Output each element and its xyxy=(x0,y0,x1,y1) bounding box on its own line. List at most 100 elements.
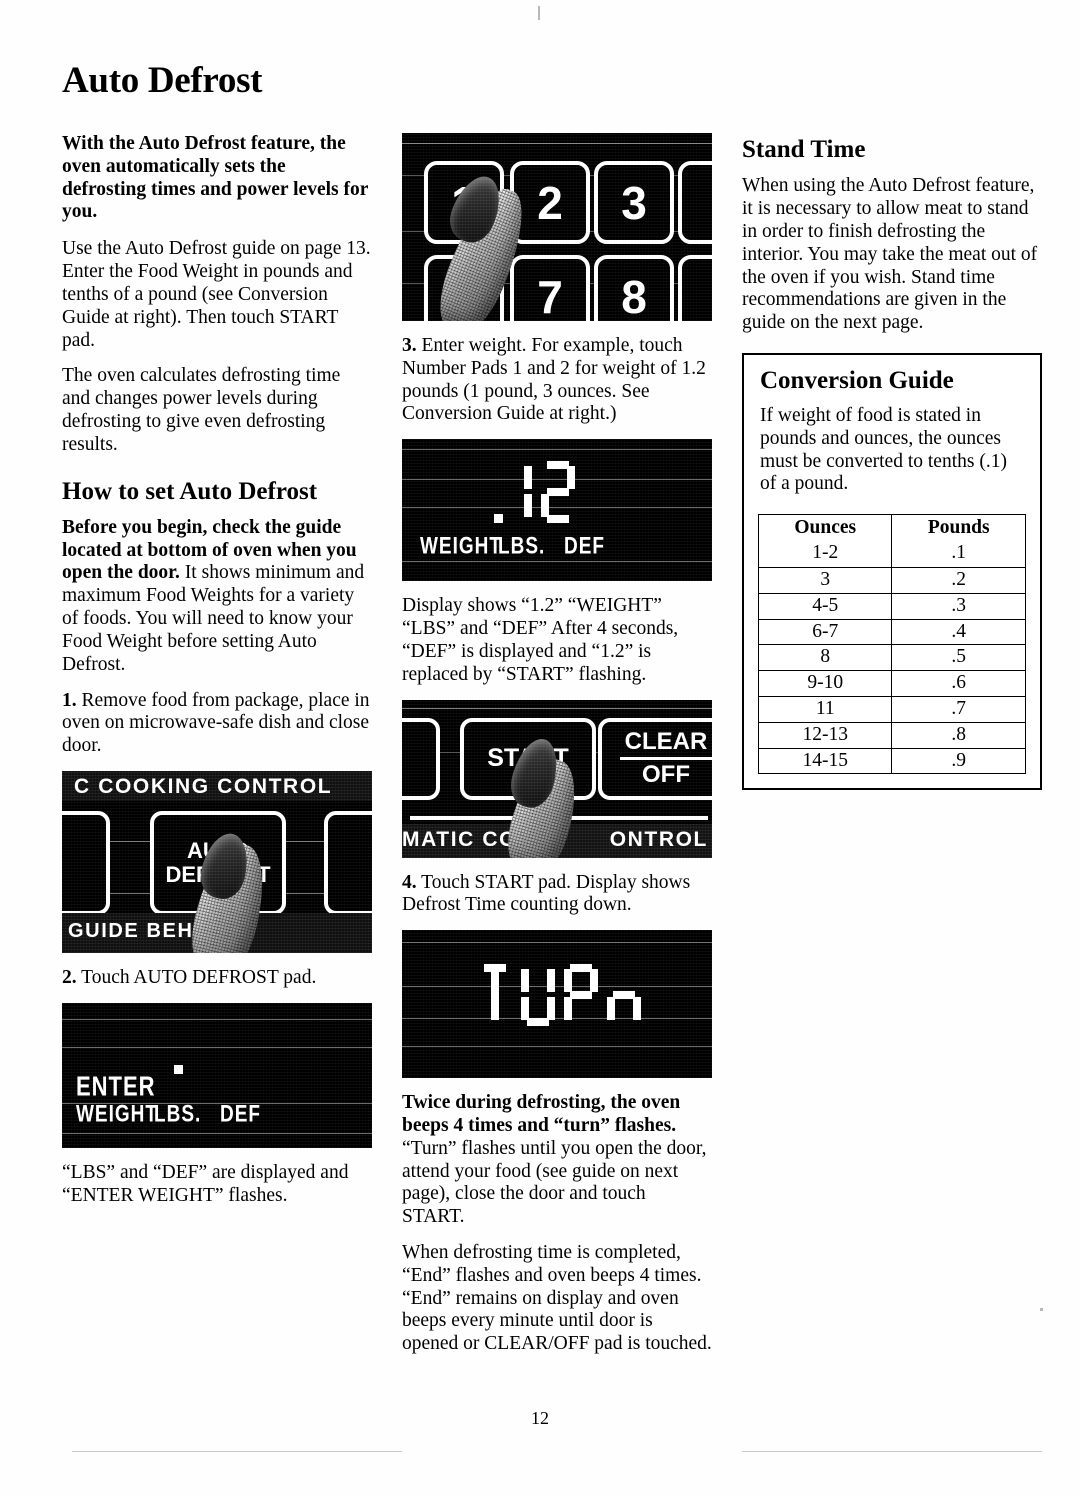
segment-letter-t xyxy=(478,964,512,1026)
segment xyxy=(521,997,529,1021)
pad-clear-off[interactable]: CLEAR OFF xyxy=(598,717,712,800)
segment xyxy=(524,466,532,490)
paragraph-display-shows: Display shows “1.2” “WEIGHT” “LBS” and “… xyxy=(402,595,679,685)
page-number: 12 xyxy=(531,1408,549,1428)
segment xyxy=(590,969,598,993)
segment xyxy=(633,997,641,1021)
table-row: 14-15 .9 xyxy=(757,747,1026,775)
table-row: 4-5 .3 xyxy=(757,592,1026,620)
display-indicator-lbs: LBS. xyxy=(498,533,546,560)
step-1: 1. Remove food from package, place in ov… xyxy=(62,690,372,758)
segment xyxy=(541,494,549,518)
number-pad-partial-right[interactable] xyxy=(678,161,712,244)
pad-partial-left[interactable] xyxy=(402,717,440,800)
heading-conversion-guide: Conversion Guide xyxy=(760,366,954,394)
scan-edge-line xyxy=(742,1451,1042,1452)
cell-ounces: 8 xyxy=(757,644,893,672)
display-decimal-dot xyxy=(174,1064,183,1074)
cell-ounces: 1-2 xyxy=(757,541,893,568)
table-row: 12-13 .8 xyxy=(757,721,1026,749)
number-pad-8[interactable]: 8 xyxy=(594,255,674,321)
segment xyxy=(547,515,569,524)
step-4-text: Touch START pad. Display shows Defrost T… xyxy=(402,871,691,916)
display-indicator-def: DEF xyxy=(220,1101,261,1128)
cell-ounces: 9-10 xyxy=(757,670,893,697)
number-pad-3[interactable]: 3 xyxy=(594,161,674,244)
number-pad-2-label: 2 xyxy=(537,176,563,229)
intro-lead-paragraph: With the Auto Defrost feature, the oven … xyxy=(62,133,369,223)
twice-during-bold: Twice during defrosting, the oven beeps … xyxy=(402,1092,681,1136)
pad-partial-left[interactable] xyxy=(62,810,110,915)
display-scanline xyxy=(62,1046,372,1048)
number-pad-7-label: 7 xyxy=(537,270,563,322)
step-1-number: 1. xyxy=(62,689,77,711)
step-2: 2. Touch AUTO DEFROST pad. xyxy=(62,967,372,990)
three-column-layout: With the Auto Defrost feature, the oven … xyxy=(62,133,1047,1369)
display-scanline xyxy=(62,1132,372,1134)
display-indicator-lbs: LBS. xyxy=(154,1101,202,1128)
step-3: 3. Enter weight. For example, touch Numb… xyxy=(402,335,712,426)
segment xyxy=(527,1018,549,1027)
photo-display-turn: TURn xyxy=(402,930,712,1079)
cell-pounds: .7 xyxy=(891,695,1026,723)
cell-pounds: .5 xyxy=(891,644,1026,672)
pad-partial-right[interactable] xyxy=(324,810,372,915)
segment xyxy=(564,969,572,993)
display-scanline xyxy=(402,561,712,563)
paragraph-when-defrosting-completed: When defrosting time is completed, “End”… xyxy=(402,1242,712,1355)
segment xyxy=(547,461,569,470)
middle-column: 1 2 3 6 7 8 xyxy=(402,133,712,1369)
paragraph-conversion-intro: If weight of food is stated in pounds an… xyxy=(760,404,1007,495)
segment xyxy=(524,494,532,518)
cell-pounds: .8 xyxy=(891,721,1026,749)
segment-letter-r xyxy=(564,964,598,1026)
table-row: 9-10 .6 xyxy=(757,670,1026,697)
step-3-text: Enter weight. For example, touch Number … xyxy=(402,335,706,425)
scan-edge-line xyxy=(72,1451,402,1452)
step-4-number: 4. xyxy=(402,871,417,893)
heading-how-to-set: How to set Auto Defrost xyxy=(62,477,318,505)
number-pad-partial-right-2[interactable] xyxy=(678,255,712,321)
display-scanline xyxy=(62,1018,372,1020)
seven-segment-weight xyxy=(494,461,575,524)
paragraph-twice-during-defrosting: Twice during defrosting, the oven beeps … xyxy=(402,1092,712,1229)
cell-pounds: .3 xyxy=(891,592,1026,620)
pad-off-label: OFF xyxy=(642,761,690,788)
photo-display-weight-value: 1.2 WEIGHT LBS. DEF xyxy=(402,439,712,582)
table-row: 11 .7 xyxy=(757,695,1026,723)
segment-digit-2 xyxy=(541,461,575,524)
table-row: 3 .2 xyxy=(757,566,1026,594)
number-pad-7[interactable]: 7 xyxy=(510,255,590,321)
step-2-number: 2. xyxy=(62,966,77,988)
display-scanline xyxy=(402,1046,712,1048)
display-scanline xyxy=(402,942,712,944)
cell-ounces: 3 xyxy=(757,566,893,594)
number-pad-3-label: 3 xyxy=(621,176,647,229)
column-header-ounces: Ounces xyxy=(757,514,893,542)
number-pad-8-label: 8 xyxy=(621,270,647,322)
table-row: 6-7 .4 xyxy=(757,618,1026,646)
page-title: Auto Defrost xyxy=(62,60,263,101)
segment-letter-n xyxy=(607,964,641,1026)
cell-ounces: 11 xyxy=(757,695,893,723)
photo-number-pads: 1 2 3 6 7 8 xyxy=(402,133,712,321)
table-row: 8 .5 xyxy=(757,644,1026,672)
scanned-page: Auto Defrost With the Auto Defrost featu… xyxy=(0,0,1080,1495)
conversion-guide-box: Conversion Guide If weight of food is st… xyxy=(742,352,1042,791)
segment xyxy=(607,997,615,1021)
segment xyxy=(570,991,592,1000)
pad-clear-label: CLEAR xyxy=(624,728,708,756)
photo-display-enter-weight: ENTER WEIGHT LBS. DEF xyxy=(62,1002,372,1148)
cell-ounces: 14-15 xyxy=(757,747,893,775)
paragraph-lbs-def-displayed: “LBS” and “DEF” are displayed and “ENTER… xyxy=(62,1161,349,1206)
segment xyxy=(613,991,635,1000)
label-automatic-cooking-right: ONTROL xyxy=(609,827,708,851)
left-column: With the Auto Defrost feature, the oven … xyxy=(62,133,372,1220)
step-2-text: Touch AUTO DEFROST pad. xyxy=(76,966,317,988)
column-header-pounds: Pounds xyxy=(891,514,1026,542)
seven-segment-turn xyxy=(478,964,641,1027)
number-pad-2[interactable]: 2 xyxy=(510,161,590,244)
segment-letter-u xyxy=(521,964,555,1027)
photo-auto-defrost-pad: C COOKING CONTROL AUTO DEFROST GUIDE BEH… xyxy=(62,770,372,953)
segment xyxy=(521,969,529,993)
